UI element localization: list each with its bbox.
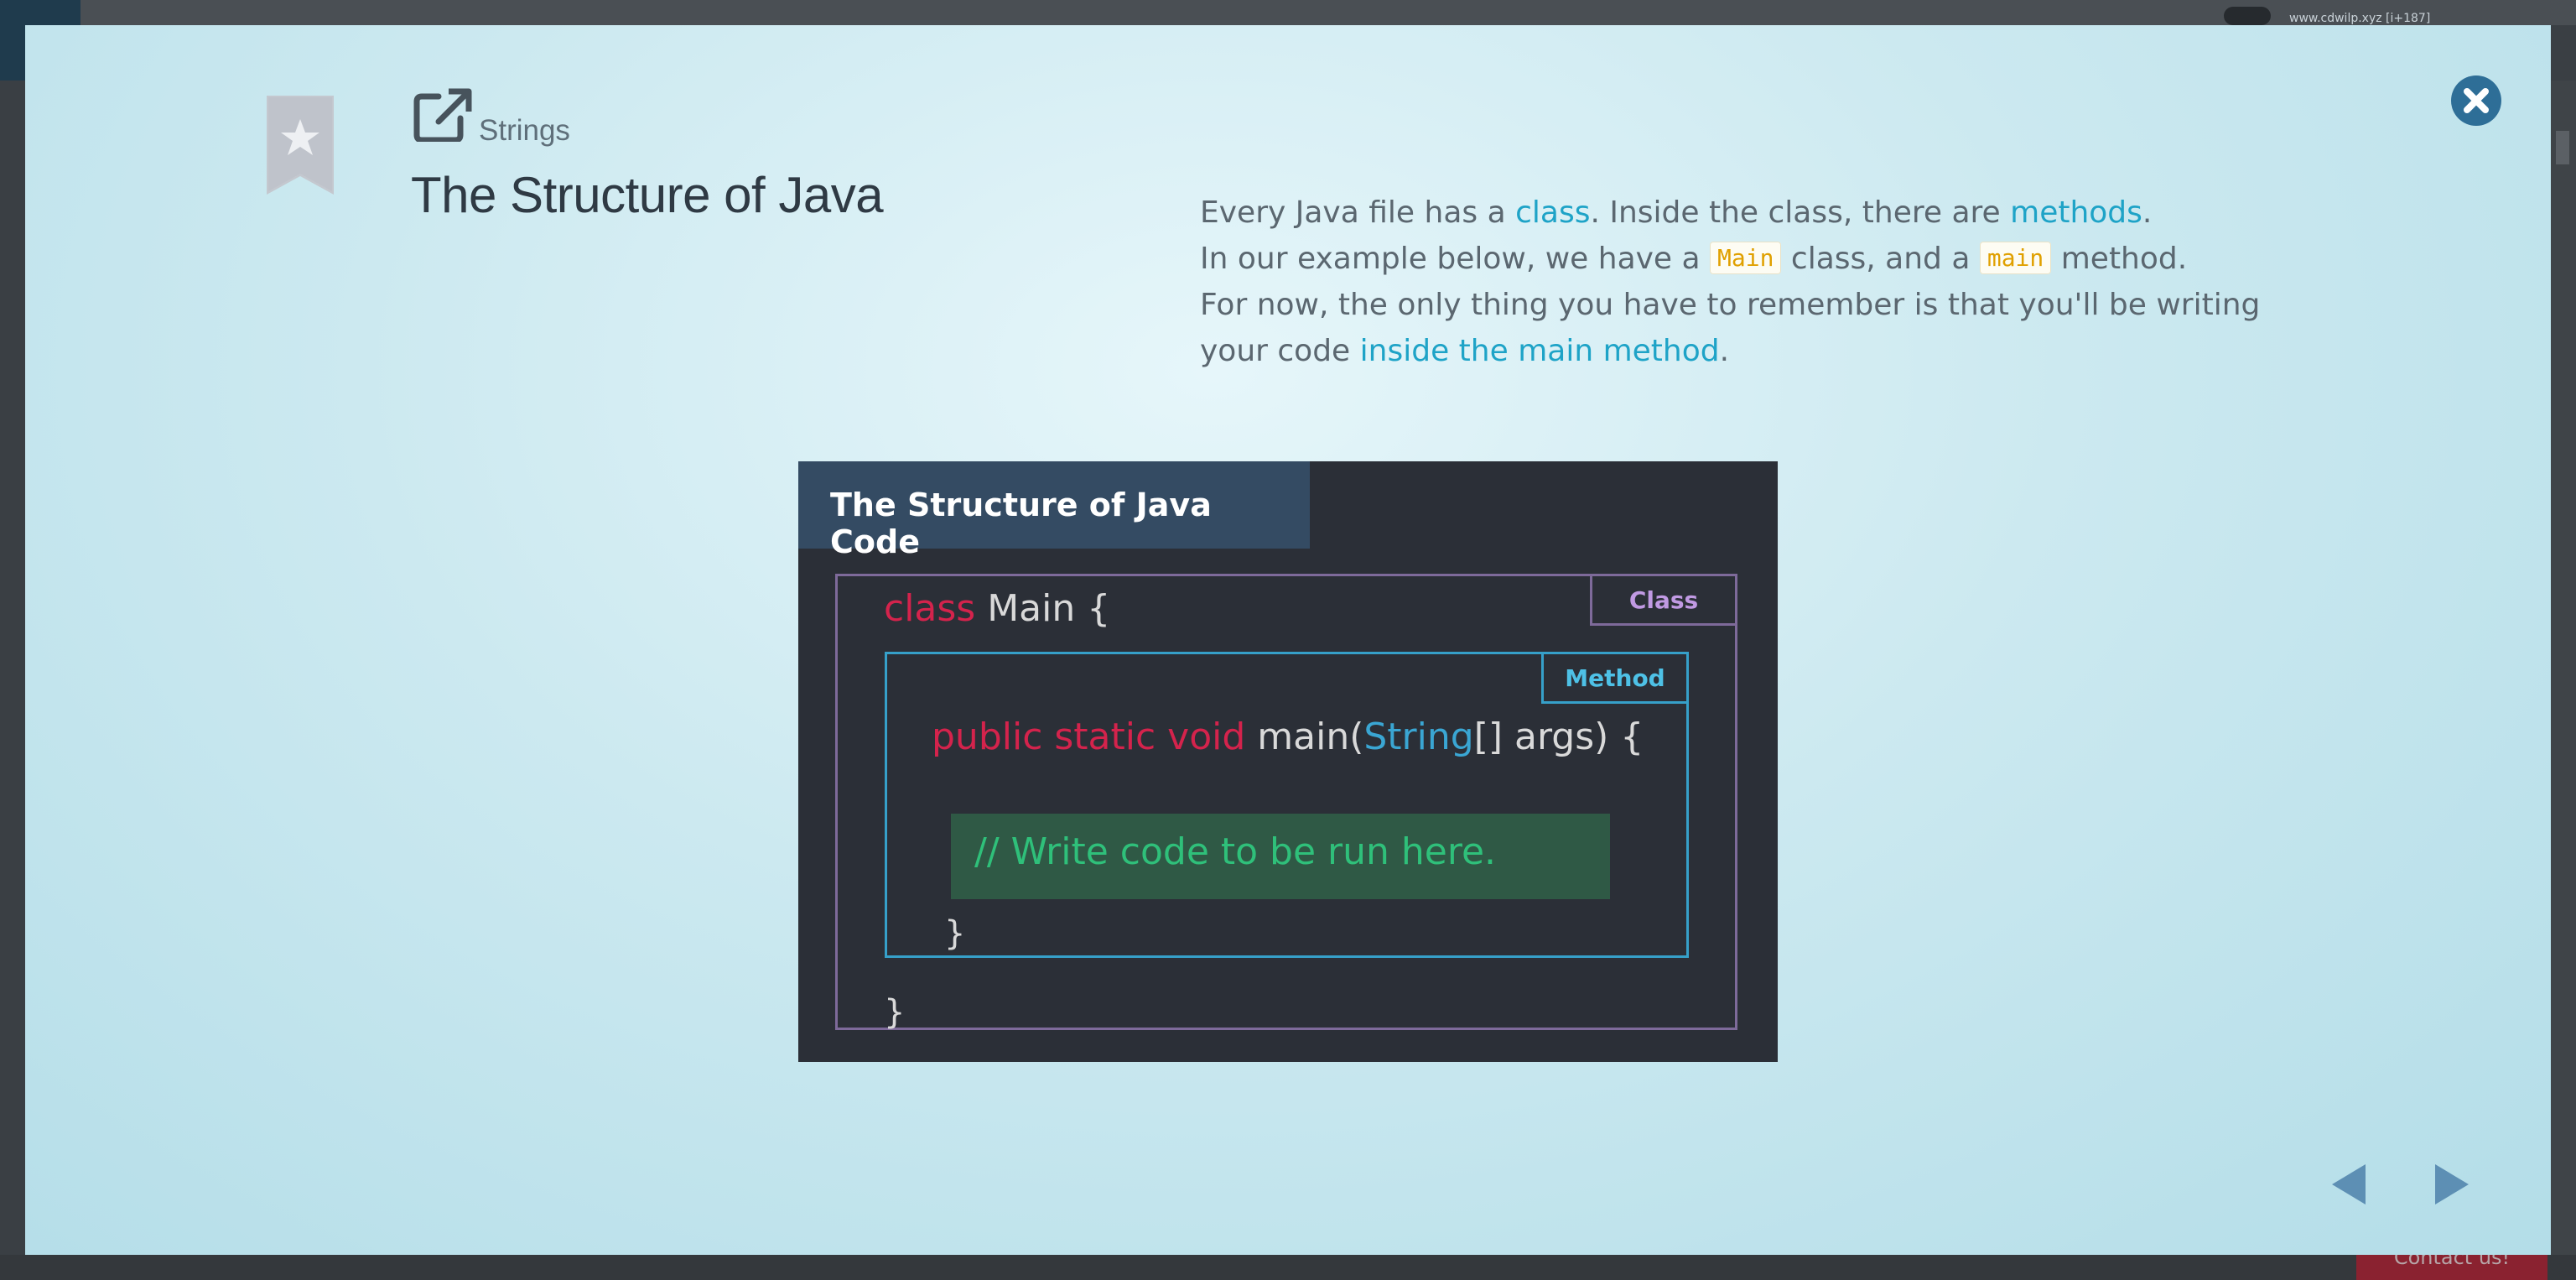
background-bottom-bar xyxy=(0,1255,2576,1280)
background-url-text: www.cdwilp.xyz [i+187] xyxy=(2289,12,2431,25)
description-text: . Inside the class, there are xyxy=(1590,195,2011,230)
description-text: For now, the only thing you have to reme… xyxy=(1200,288,2261,368)
inline-code-main-class: Main xyxy=(1710,242,1782,274)
class-declaration-line: class Main { xyxy=(884,587,1110,630)
method-modifiers: public static void xyxy=(932,715,1246,758)
inline-code-main-method: main xyxy=(1979,242,2052,274)
next-arrow-icon[interactable] xyxy=(2425,1159,2475,1210)
lesson-modal: Strings The Structure of Java Every Java… xyxy=(25,25,2551,1255)
lesson-title: The Structure of Java xyxy=(411,167,884,223)
background-top-bar xyxy=(0,0,2576,25)
description-text: class, and a xyxy=(1781,242,1980,276)
description-text: Every Java file has a xyxy=(1200,195,1516,230)
external-link-icon[interactable] xyxy=(413,88,472,143)
scrollbar-thumb[interactable] xyxy=(2556,131,2569,164)
background-avatar xyxy=(2224,7,2271,25)
class-tag: Class xyxy=(1590,574,1737,626)
lesson-description: Every Java file has a class. Inside the … xyxy=(1200,190,2307,374)
method-name: main( xyxy=(1245,715,1364,758)
description-line-1: Every Java file has a class. Inside the … xyxy=(1200,190,2307,236)
previous-arrow-icon[interactable] xyxy=(2325,1159,2376,1210)
bookmark-star-icon[interactable] xyxy=(267,96,334,195)
diagram-title: The Structure of Java Code xyxy=(830,487,1212,560)
class-closing-brace: } xyxy=(884,993,906,1032)
method-closing-brace: } xyxy=(944,914,966,953)
description-text: . xyxy=(1719,334,1730,368)
description-line-3: For now, the only thing you have to reme… xyxy=(1200,282,2307,374)
method-args: [] args) { xyxy=(1473,715,1644,758)
code-comment-box: // Write code to be run here. xyxy=(951,814,1610,899)
diagram-header: The Structure of Java Code xyxy=(798,461,1310,560)
string-type: String xyxy=(1363,715,1474,758)
class-link[interactable]: class xyxy=(1515,195,1590,230)
methods-link[interactable]: methods xyxy=(2010,195,2142,230)
description-text: In our example below, we have a xyxy=(1200,242,1711,276)
lesson-category: Strings xyxy=(479,114,570,147)
background-scrollbar[interactable] xyxy=(2549,81,2576,1255)
class-name: Main { xyxy=(975,587,1111,630)
code-comment: // Write code to be run here. xyxy=(974,830,1497,873)
class-keyword: class xyxy=(884,587,976,630)
method-declaration-line: public static void main(String[] args) { xyxy=(932,715,1644,758)
description-line-2: In our example below, we have a Main cla… xyxy=(1200,236,2307,282)
description-text: . xyxy=(2142,195,2153,230)
method-tag: Method xyxy=(1541,652,1689,704)
description-text: method. xyxy=(2051,242,2188,276)
java-structure-diagram: The Structure of Java Code Class class M… xyxy=(798,461,1778,1062)
close-icon[interactable] xyxy=(2449,74,2503,127)
inside-main-method-link[interactable]: inside the main method xyxy=(1360,334,1720,368)
